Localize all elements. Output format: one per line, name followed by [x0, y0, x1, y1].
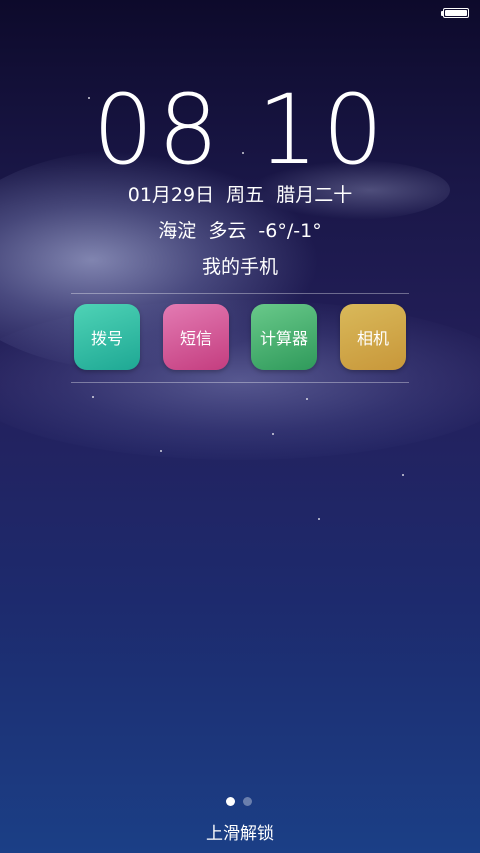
clock-time: 08 10 — [92, 74, 388, 186]
wallpaper-star — [92, 396, 94, 398]
calculator-shortcut[interactable]: 计算器 — [251, 304, 317, 370]
shortcut-label: 拨号 — [90, 329, 123, 348]
dialer-shortcut[interactable]: 拨号 — [74, 304, 140, 370]
divider — [71, 382, 409, 383]
swipe-up-unlock-hint[interactable]: 上滑解锁 — [0, 822, 480, 846]
page-dot-active — [226, 797, 235, 806]
page-indicator — [226, 797, 256, 807]
camera-shortcut[interactable]: 相机 — [340, 304, 406, 370]
wallpaper-star — [402, 474, 404, 476]
battery-level-fill — [445, 10, 467, 16]
weather-text: 海淀 多云 -6°/-1° — [158, 220, 322, 242]
date-text: 01月29日 周五 腊月二十 — [127, 184, 353, 206]
page-dot — [243, 797, 252, 806]
battery-icon — [441, 7, 473, 19]
lock-screen[interactable]: 08 10 01月29日 周五 腊月二十 海淀 多云 -6°/-1° 我的手机 … — [0, 0, 480, 853]
shortcut-label: 相机 — [356, 329, 389, 348]
shortcut-label: 短信 — [179, 329, 212, 348]
owner-name: 我的手机 — [201, 256, 278, 278]
wallpaper-star — [318, 518, 320, 520]
shortcut-bar: 拨号 短信 计算器 相机 — [74, 304, 406, 370]
messages-shortcut[interactable]: 短信 — [163, 304, 229, 370]
divider — [71, 293, 409, 294]
wallpaper-star — [272, 433, 274, 435]
wallpaper-star — [306, 398, 308, 400]
shortcut-label: 计算器 — [259, 329, 308, 348]
wallpaper-star — [160, 450, 162, 452]
